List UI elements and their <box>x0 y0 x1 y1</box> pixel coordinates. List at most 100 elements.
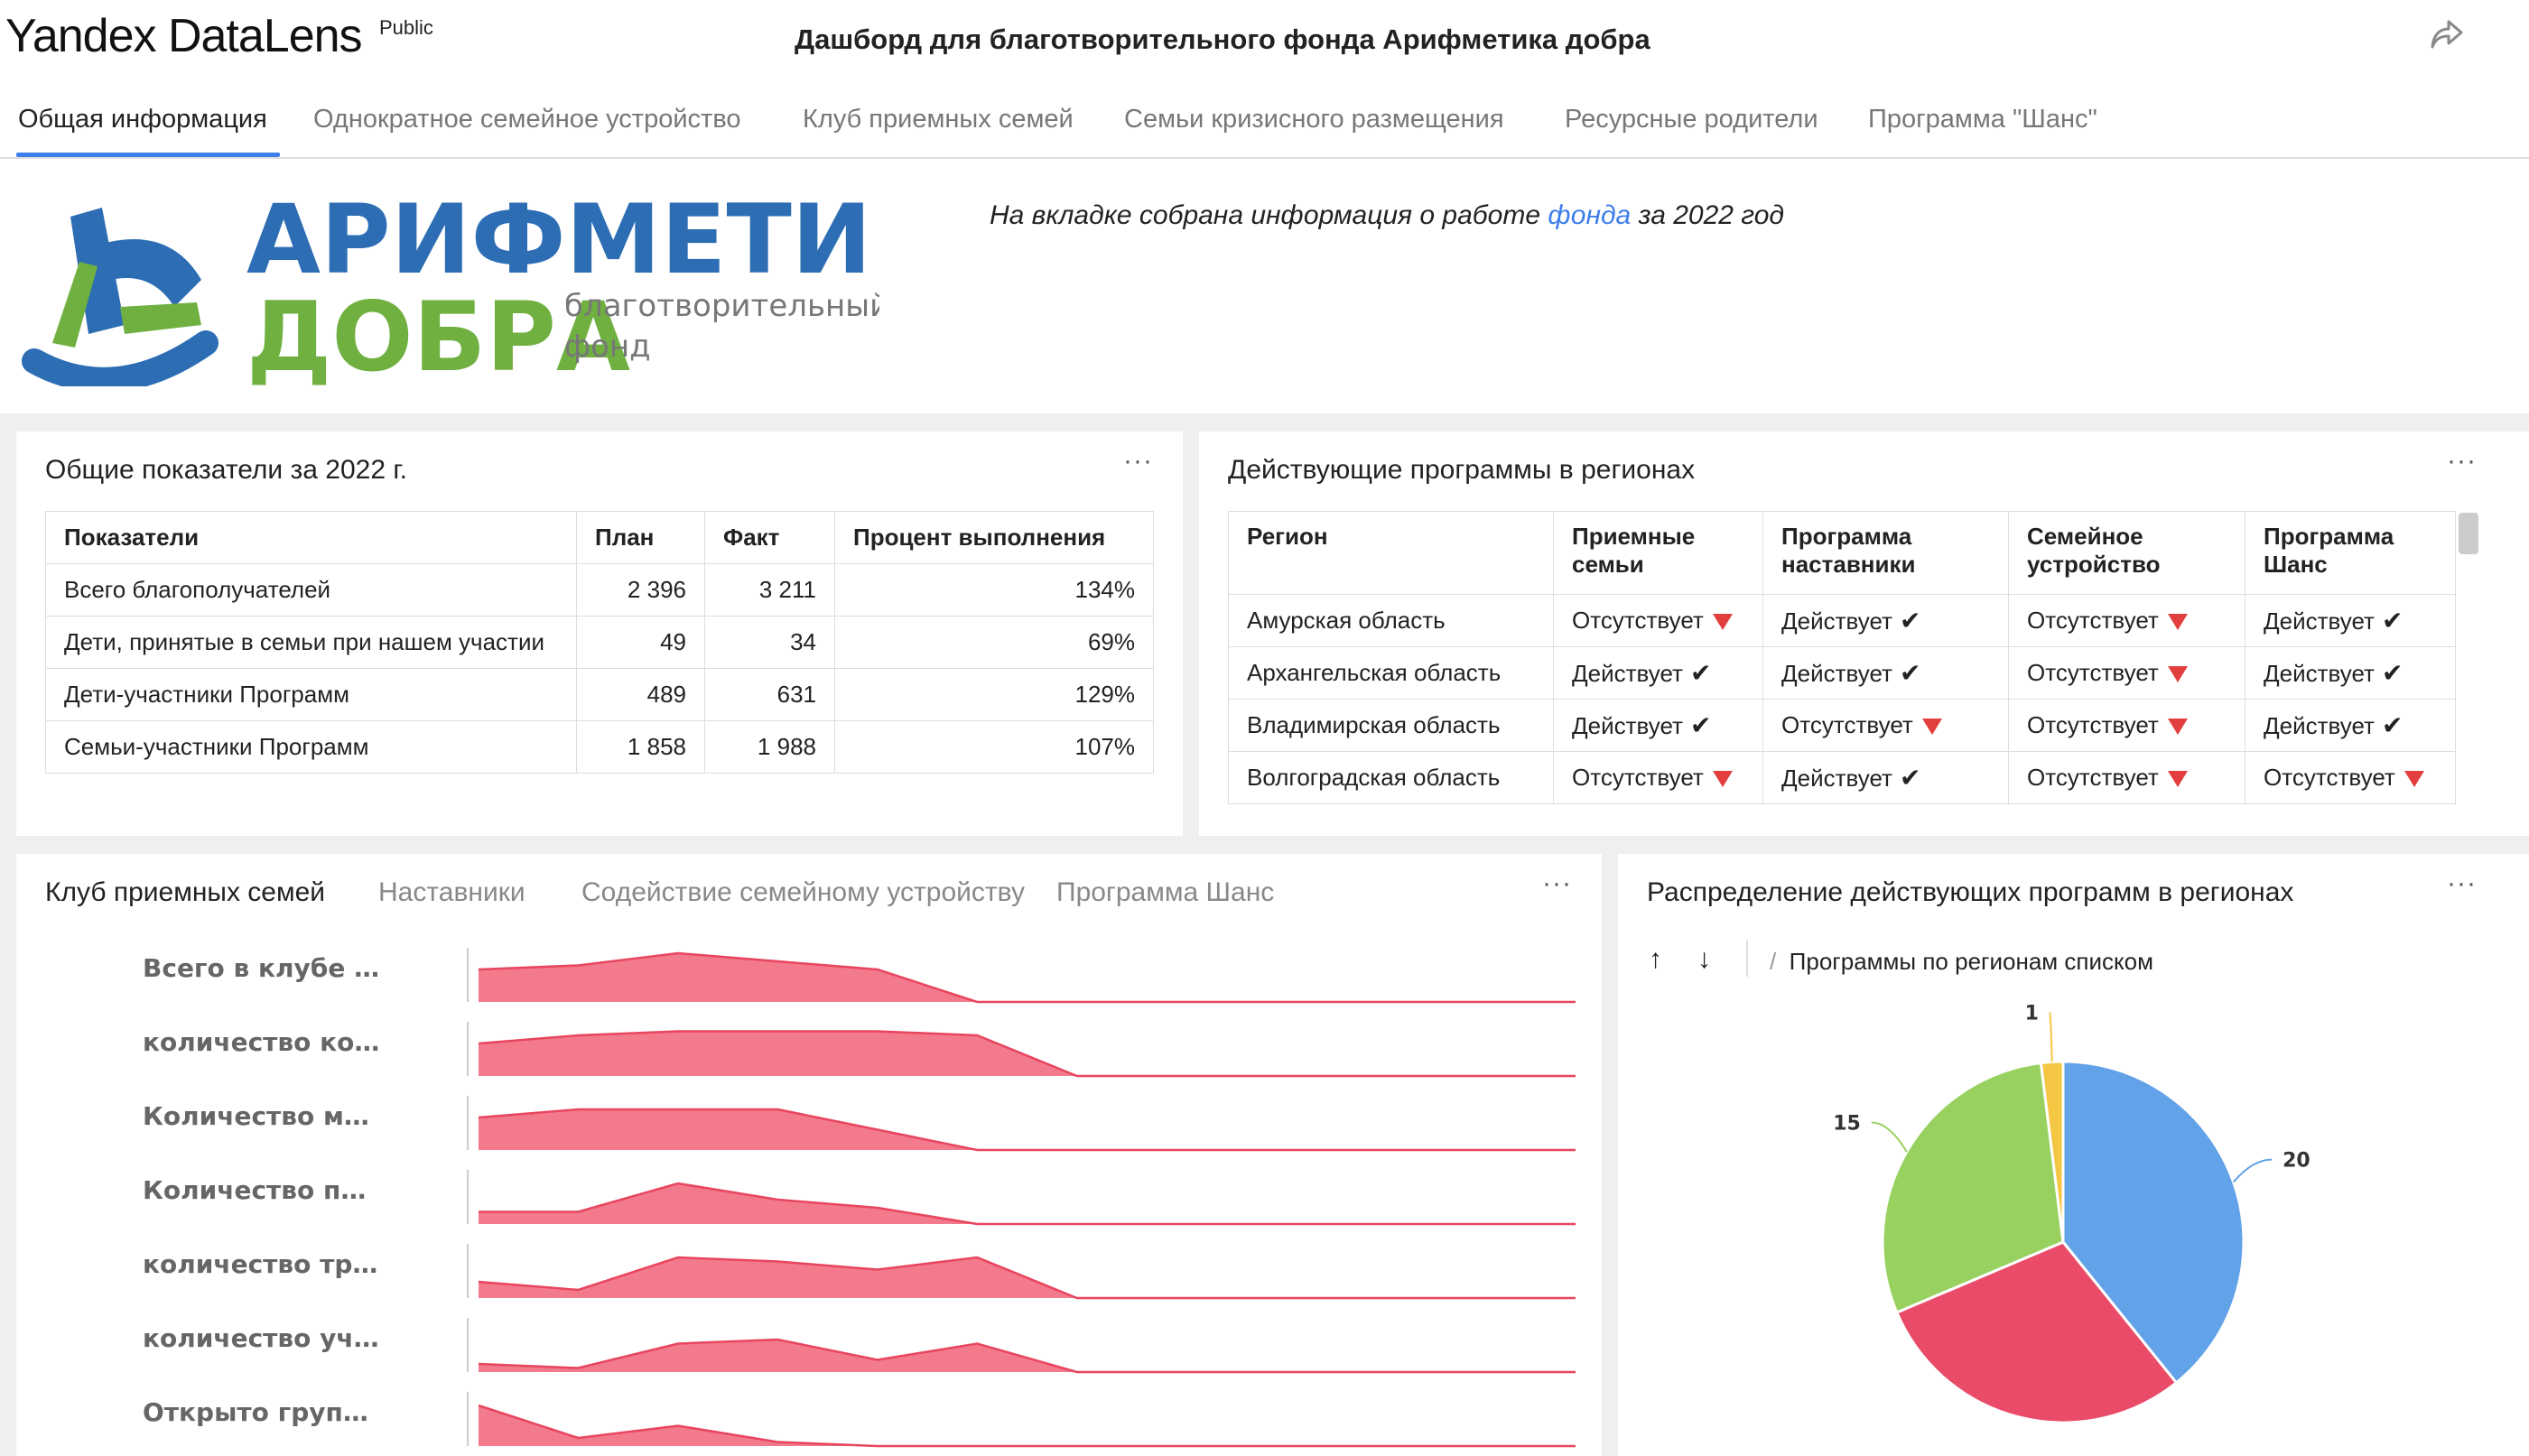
down-triangle-icon <box>1712 614 1733 631</box>
kpi-cell: 34 <box>704 616 835 669</box>
program-status-cell: Отсутствует <box>2008 699 2245 752</box>
divider <box>1746 941 1748 977</box>
kpi-cell: 129% <box>834 668 1154 721</box>
pie-data-label: 15 <box>1833 1113 1861 1136</box>
regions-more-icon[interactable]: ··· <box>2447 446 2477 477</box>
program-status-cell: Отсутствует <box>1553 594 1763 647</box>
tab-single-placement[interactable]: Однократное семейное устройство <box>313 105 741 134</box>
pie-more-icon[interactable]: ··· <box>2447 868 2477 899</box>
sparkline-area <box>479 953 1576 1002</box>
kpi-col-fact[interactable]: Факт <box>704 511 835 564</box>
public-tag: Public <box>379 16 433 39</box>
kpi-panel-title: Общие показатели за 2022 г. <box>45 455 407 485</box>
pie-panel: Распределение действующих программ в рег… <box>1618 854 2529 1456</box>
pie-panel-title: Распределение действующих программ в рег… <box>1647 877 2294 907</box>
down-triangle-icon <box>2167 666 2188 683</box>
region-name-cell: Амурская область <box>1228 594 1554 647</box>
down-triangle-icon <box>2167 719 2188 736</box>
table-row: Архангельская область Действует ✔ Действует… <box>1228 646 2456 700</box>
kpi-more-icon[interactable]: ··· <box>1123 446 1153 477</box>
foundation-logo: АРИФМЕТИКА ДОБРА благотворительный фонд <box>16 190 879 386</box>
pie-connector <box>2048 1011 2053 1062</box>
active-tab-indicator <box>16 153 280 157</box>
kpi-cell: Семьи-участники Программ <box>45 720 577 774</box>
breadcrumb[interactable]: / Программы по регионам списком <box>1770 948 2153 976</box>
dashboard-title: Дашборд для благотворительного фонда Ари… <box>795 23 1650 55</box>
sparkline-label: количество ко… <box>143 1027 380 1057</box>
table-row: Владимирская область Действует ✔ Отсутствуе… <box>1228 699 2456 752</box>
kpi-cell: 69% <box>834 616 1154 669</box>
subtab-mentors[interactable]: Наставники <box>378 877 525 908</box>
tab-chance-program[interactable]: Программа "Шанс" <box>1868 105 2097 134</box>
tab-general-info[interactable]: Общая информация <box>18 105 267 134</box>
program-status-cell: Действует ✔ <box>2245 646 2456 700</box>
kpi-cell: Дети-участники Программ <box>45 668 577 721</box>
table-row: Семьи-участники Программ 1 858 1 988 107… <box>45 720 1154 774</box>
kpi-cell: 631 <box>704 668 835 721</box>
program-status-cell: Действует ✔ <box>1762 751 2009 804</box>
check-icon: ✔ <box>2381 711 2403 739</box>
club-more-icon[interactable]: ··· <box>1542 868 1572 899</box>
program-status-cell: Действует ✔ <box>1762 646 2009 700</box>
share-icon[interactable] <box>2429 18 2465 51</box>
regions-col-placement[interactable]: Семейное устройство <box>2008 511 2245 595</box>
sparkline-label: Количество п… <box>143 1175 367 1205</box>
sparkline-area <box>479 1405 1576 1446</box>
table-row: Дети-участники Программ 489 631 129% <box>45 668 1154 721</box>
intro-description: На вкладке собрана информация о работе ф… <box>990 200 1785 230</box>
down-triangle-icon <box>2403 771 2424 788</box>
regions-scrollbar[interactable] <box>2459 513 2478 554</box>
check-icon: ✔ <box>2381 659 2403 687</box>
program-status-cell: Действует ✔ <box>1553 699 1763 752</box>
sparkline-label: количество тр… <box>143 1249 378 1279</box>
kpi-cell: 107% <box>834 720 1154 774</box>
sparkline-area <box>479 1109 1576 1150</box>
sparkline-label: Количество м… <box>143 1101 369 1131</box>
brand-logo[interactable]: Yandex DataLens <box>5 9 363 63</box>
program-status-cell: Действует ✔ <box>1553 646 1763 700</box>
regions-col-foster[interactable]: Приемные семьи <box>1553 511 1763 595</box>
kpi-cell: 3 211 <box>704 563 835 617</box>
subtab-foster-club[interactable]: Клуб приемных семей <box>45 877 325 908</box>
program-status-cell: Отсутствует <box>2245 751 2456 804</box>
kpi-col-plan[interactable]: План <box>576 511 705 564</box>
program-status-cell: Отсутствует <box>1762 699 2009 752</box>
arrow-down-icon[interactable]: ↓ <box>1697 944 1711 975</box>
foundation-link[interactable]: фонда <box>1548 200 1631 230</box>
kpi-cell: 1 858 <box>576 720 705 774</box>
kpi-col-percent[interactable]: Процент выполнения <box>834 511 1154 564</box>
logo-line1: АРИФМЕТИКА <box>246 190 879 295</box>
sparkline-label: количество уч… <box>143 1323 379 1353</box>
kpi-cell: Дети, принятые в семьи при нашем участии <box>45 616 577 669</box>
dashboard-tabs: Общая информация Однократное семейное ус… <box>0 87 2529 159</box>
tab-resource-parents[interactable]: Ресурсные родители <box>1565 105 1818 134</box>
down-triangle-icon <box>2167 614 2188 631</box>
regions-panel: Действующие программы в регионах ··· Рег… <box>1199 431 2529 836</box>
regions-col-chance[interactable]: Программа Шанс <box>2245 511 2456 595</box>
subtab-family-placement[interactable]: Содействие семейному устройству <box>581 877 1025 908</box>
pie-connector <box>1871 1121 1908 1153</box>
program-status-cell: Отсутствует <box>2008 594 2245 647</box>
kpi-cell: 489 <box>576 668 705 721</box>
check-icon: ✔ <box>1899 764 1921 792</box>
program-status-cell: Действует ✔ <box>1762 594 2009 647</box>
check-icon: ✔ <box>1899 607 1921 635</box>
check-icon: ✔ <box>1689 711 1712 739</box>
arrow-up-icon[interactable]: ↑ <box>1649 944 1662 975</box>
kpi-col-indicator[interactable]: Показатели <box>45 511 577 564</box>
subtab-chance[interactable]: Программа Шанс <box>1056 877 1274 908</box>
regions-table: Регион Приемные семьи Программа наставники… <box>1228 511 2456 804</box>
regions-col-region[interactable]: Регион <box>1228 511 1554 595</box>
check-icon: ✔ <box>1899 659 1921 687</box>
kpi-cell: 2 396 <box>576 563 705 617</box>
table-row: Амурская область Отсутствует Действует ✔ Отс… <box>1228 594 2456 647</box>
top-bar: Yandex DataLens Public Дашборд для благо… <box>0 0 2529 87</box>
sparkline-label: Всего в клубе … <box>143 953 380 983</box>
tab-crisis-families[interactable]: Семьи кризисного размещения <box>1124 105 1504 134</box>
regions-col-mentors[interactable]: Программа наставники <box>1762 511 2009 595</box>
sparkline-chart <box>467 948 1576 1448</box>
sparkline-label: Открыто груп… <box>143 1397 368 1427</box>
kpi-cell: Всего благополучателей <box>45 563 577 617</box>
check-icon: ✔ <box>2381 607 2403 635</box>
tab-foster-club[interactable]: Клуб приемных семей <box>803 105 1074 134</box>
